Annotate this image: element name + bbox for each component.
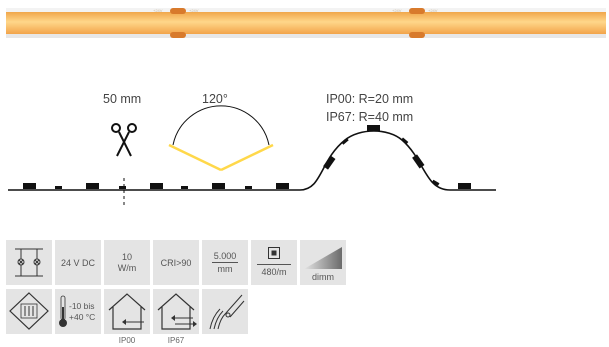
protection-class-3-icon <box>9 292 49 330</box>
dimmable-label: dimm <box>312 272 334 282</box>
ip67-tile <box>153 289 199 334</box>
led-chip <box>412 154 425 169</box>
led-density-tile: 480/m <box>251 240 297 285</box>
dimmable-tile: dimm <box>300 240 346 285</box>
led-chip-icon <box>268 247 280 259</box>
led-chip <box>86 183 99 189</box>
resistor <box>119 186 126 189</box>
resistor <box>245 186 252 189</box>
cri-value: CRI>90 <box>160 258 192 268</box>
strip-profile-line <box>8 130 496 191</box>
cri-tile: CRI>90 <box>153 240 199 285</box>
temp-max: +40 °C <box>69 312 96 322</box>
led-chip <box>212 183 225 189</box>
indoor-house-icon <box>108 293 146 330</box>
led-chip <box>23 183 36 189</box>
density-underline <box>257 264 291 265</box>
outdoor-house-icon <box>157 293 197 330</box>
length-unit: mm <box>217 264 233 274</box>
protection-class-tile <box>6 289 52 334</box>
length-underline <box>212 262 238 263</box>
ip67-label: IP67 <box>167 336 185 345</box>
cable-cut-icon <box>209 294 245 330</box>
length-value: 5.000 <box>213 251 237 261</box>
temp-min: -10 bis <box>69 301 95 311</box>
scissors-icon <box>111 123 137 157</box>
resistor <box>55 186 62 189</box>
parallel-wiring-icon <box>15 248 43 277</box>
power-value: 10 <box>121 252 132 262</box>
resistor <box>181 186 188 189</box>
length-tile: 5.000 mm <box>202 240 248 285</box>
led-chip <box>323 155 336 170</box>
beam-angle-arc <box>172 105 270 146</box>
cuttable-tile <box>202 289 248 334</box>
led-chip <box>276 183 289 189</box>
led-density-value: 480/m <box>261 267 287 277</box>
temperature-tile: -10 bis +40 °C <box>55 289 101 334</box>
voltage-value: 24 V DC <box>60 258 95 268</box>
led-chip <box>150 183 163 189</box>
ip00-label: IP00 <box>118 336 136 345</box>
led-chip <box>458 183 471 189</box>
ip00-tile <box>104 289 150 334</box>
parallel-wiring-tile <box>6 240 52 285</box>
beam-ray-left <box>168 143 222 172</box>
thermometer-icon <box>59 295 67 327</box>
led-chip <box>367 125 380 131</box>
power-unit: W/m <box>117 263 137 273</box>
beam-ray-right <box>220 143 274 172</box>
power-tile: 10 W/m <box>104 240 150 285</box>
voltage-tile: 24 V DC <box>55 240 101 285</box>
